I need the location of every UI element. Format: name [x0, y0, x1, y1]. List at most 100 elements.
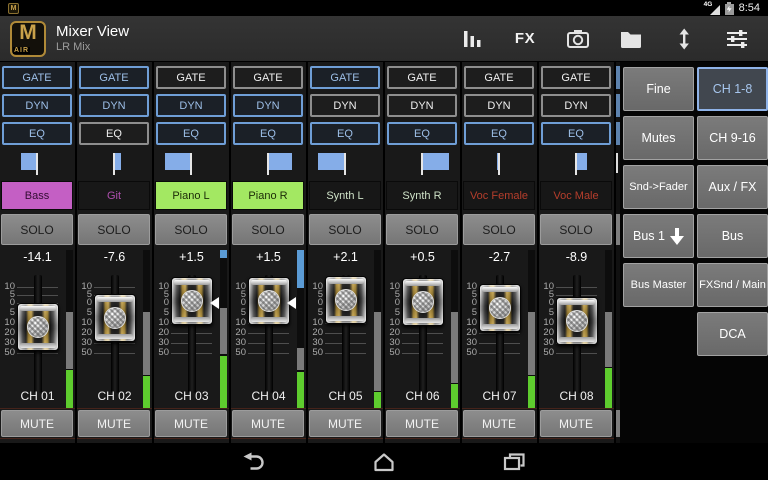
- eq-button[interactable]: EQ: [2, 122, 72, 145]
- dyn-button[interactable]: DYN: [310, 94, 380, 117]
- sidebar-button-ch-9-16[interactable]: CH 9-16: [697, 116, 768, 160]
- dyn-button[interactable]: DYN: [464, 94, 534, 117]
- channel-name[interactable]: Synth L: [309, 181, 381, 210]
- pan-value-bar: [114, 153, 121, 170]
- sidebar-button-aux-fx[interactable]: Aux / FX: [697, 165, 768, 209]
- channel-updown-icon[interactable]: [671, 26, 697, 52]
- eq-button[interactable]: EQ: [156, 122, 226, 145]
- channel-name[interactable]: Synth R: [386, 181, 458, 210]
- sidebar-button-snd-fader[interactable]: Snd->Fader: [623, 165, 694, 209]
- dyn-button[interactable]: DYN: [156, 94, 226, 117]
- sidebar-button-ch-1-8[interactable]: CH 1-8: [697, 67, 768, 111]
- eq-button[interactable]: EQ: [464, 122, 534, 145]
- mute-button[interactable]: MUTE: [309, 410, 381, 437]
- gate-button[interactable]: GATE: [310, 66, 380, 89]
- channel-name[interactable]: Piano R: [232, 181, 304, 210]
- mute-button[interactable]: MUTE: [78, 410, 150, 437]
- channel-name[interactable]: Voc Female: [463, 181, 535, 210]
- sidebar-button-fxsnd-main[interactable]: FXSnd / Main: [697, 263, 768, 307]
- channel-name[interactable]: Piano L: [155, 181, 227, 210]
- pan-value-bar: [576, 153, 587, 170]
- meter-bridge-icon[interactable]: [459, 26, 485, 52]
- sidebar-button-bus-master[interactable]: Bus Master: [623, 263, 694, 307]
- dyn-button[interactable]: DYN: [79, 94, 149, 117]
- pan-slider[interactable]: [545, 150, 607, 178]
- fader-knob[interactable]: [171, 277, 213, 325]
- channel-label: CH 03: [154, 385, 229, 408]
- setup-sliders-icon[interactable]: [724, 26, 750, 52]
- eq-button[interactable]: EQ: [541, 122, 611, 145]
- mute-button[interactable]: MUTE: [1, 410, 73, 437]
- channel-strip: GATE DYN EQ Synth R SOLO +0.5 1050510203…: [385, 62, 462, 443]
- mute-button[interactable]: MUTE: [540, 410, 612, 437]
- channel-label: CH 02: [77, 385, 152, 408]
- solo-button[interactable]: SOLO: [386, 214, 458, 245]
- channel-name[interactable]: Git: [78, 181, 150, 210]
- gate-button[interactable]: GATE: [464, 66, 534, 89]
- channel-name[interactable]: Voc Male: [540, 181, 612, 210]
- pan-slider[interactable]: [391, 150, 453, 178]
- solo-button[interactable]: SOLO: [155, 214, 227, 245]
- solo-button[interactable]: SOLO: [463, 214, 535, 245]
- status-clock: 8:54: [739, 2, 760, 14]
- back-icon[interactable]: [241, 450, 267, 474]
- scenes-folder-icon[interactable]: [618, 26, 644, 52]
- meter-gain-reduction-segment: [220, 250, 227, 258]
- dyn-button[interactable]: DYN: [233, 94, 303, 117]
- gate-button[interactable]: GATE: [2, 66, 72, 89]
- mute-button[interactable]: MUTE: [232, 410, 304, 437]
- mute-button[interactable]: MUTE: [155, 410, 227, 437]
- fx-button[interactable]: FX: [512, 26, 538, 52]
- gate-button[interactable]: GATE: [156, 66, 226, 89]
- sidebar-button-fine[interactable]: Fine: [623, 67, 694, 111]
- mute-button[interactable]: MUTE: [463, 410, 535, 437]
- pan-slider[interactable]: [314, 150, 376, 178]
- fader-knob[interactable]: [325, 276, 367, 324]
- pan-value-bar: [422, 153, 449, 170]
- solo-button[interactable]: SOLO: [1, 214, 73, 245]
- fader-knob[interactable]: [479, 284, 521, 332]
- home-icon[interactable]: [371, 450, 397, 474]
- pan-center-tick: [421, 153, 423, 175]
- mute-button[interactable]: MUTE: [386, 410, 458, 437]
- gate-button[interactable]: GATE: [79, 66, 149, 89]
- sidebar-button-bus[interactable]: Bus: [697, 214, 768, 258]
- eq-button[interactable]: EQ: [310, 122, 380, 145]
- app-bar-actions: FX: [459, 26, 768, 52]
- sidebar-button-mutes[interactable]: Mutes: [623, 116, 694, 160]
- sidebar-button-dca[interactable]: DCA: [697, 312, 768, 356]
- pan-slider[interactable]: [237, 150, 299, 178]
- fader-knob[interactable]: [94, 294, 136, 342]
- pan-slider[interactable]: [468, 150, 530, 178]
- dyn-button[interactable]: DYN: [2, 94, 72, 117]
- pan-slider[interactable]: [160, 150, 222, 178]
- page-subtitle: LR Mix: [56, 41, 129, 53]
- dyn-button[interactable]: DYN: [541, 94, 611, 117]
- gate-button[interactable]: GATE: [233, 66, 303, 89]
- page-title: Mixer View: [56, 24, 129, 41]
- eq-button[interactable]: EQ: [387, 122, 457, 145]
- eq-button[interactable]: EQ: [79, 122, 149, 145]
- snapshot-camera-icon[interactable]: [565, 26, 591, 52]
- solo-button[interactable]: SOLO: [78, 214, 150, 245]
- solo-button[interactable]: SOLO: [232, 214, 304, 245]
- dyn-button[interactable]: DYN: [387, 94, 457, 117]
- gate-button[interactable]: GATE: [541, 66, 611, 89]
- gate-button[interactable]: GATE: [387, 66, 457, 89]
- fader-knob[interactable]: [17, 303, 59, 351]
- pan-value-bar: [268, 153, 292, 170]
- fader-knob[interactable]: [402, 278, 444, 326]
- recents-icon[interactable]: [501, 450, 527, 474]
- fader-knob[interactable]: [248, 277, 290, 325]
- eq-button[interactable]: EQ: [233, 122, 303, 145]
- pan-slider[interactable]: [6, 150, 68, 178]
- fader-knob-cap: [335, 289, 357, 311]
- channel-name[interactable]: Bass: [1, 181, 73, 210]
- solo-button[interactable]: SOLO: [540, 214, 612, 245]
- meter-gray-segment: [528, 312, 535, 375]
- sidebar-button-bus-1[interactable]: Bus 1: [623, 214, 694, 258]
- solo-button[interactable]: SOLO: [309, 214, 381, 245]
- channel-label: CH 04: [231, 385, 306, 408]
- pan-slider[interactable]: [83, 150, 145, 178]
- fader-knob[interactable]: [556, 297, 598, 345]
